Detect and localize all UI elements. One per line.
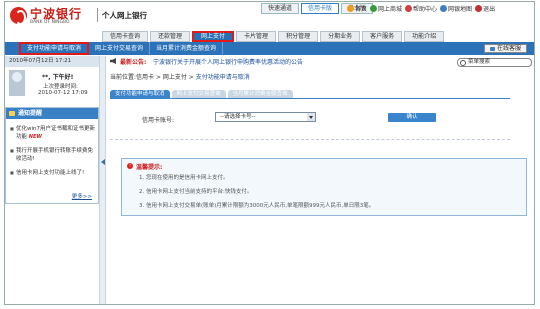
notice-item[interactable]: 优化win7用户证书载和证书更新功能 NEW	[6, 125, 98, 141]
nav-card-query[interactable]: 信用卡查询	[102, 31, 149, 42]
map-link[interactable]: 网银地图	[440, 4, 472, 13]
notice-box: 通知提醒 优化win7用户证书载和证书更新功能 NEW 我行开展手机银行转账手续…	[5, 107, 99, 204]
tabs-underline	[110, 98, 510, 99]
speaker-icon	[110, 58, 116, 64]
avatar	[9, 70, 25, 96]
tab-transaction-query[interactable]: 网上支付交易查询	[171, 90, 226, 98]
confirm-button[interactable]: 确认	[388, 113, 436, 122]
nav-points[interactable]: 积分管理	[278, 31, 319, 42]
announcement-link[interactable]: 宁波银行关于开展个人网上银行申购费率优惠活动的公告	[153, 57, 303, 66]
online-service-button[interactable]: 在线客服	[483, 44, 527, 53]
subnav-transaction-query[interactable]: 网上支付交易查询	[89, 42, 151, 55]
bank-name-en: BANK OF NINGBO	[30, 20, 70, 25]
header-separator	[97, 8, 98, 22]
cart-icon	[370, 5, 378, 12]
mall-link[interactable]: 网上商城	[370, 4, 402, 13]
last-login-time: 2010-07-12 17:09	[38, 90, 88, 96]
sub-nav: 支付功能申请与取消 网上支付交易查询 当月累计消费金额查询 在线客服	[5, 42, 534, 55]
bank-logo-icon	[10, 7, 27, 25]
menu-search-input[interactable]: 菜单搜索	[457, 58, 532, 67]
date-time: 2010年07月12日 17:21	[5, 56, 99, 67]
nav-features[interactable]: 功能介绍	[404, 31, 445, 42]
main-content: 最新公告: 宁波银行关于开展个人网上银行申购费率优惠活动的公告 菜单搜索 当前位…	[108, 56, 532, 304]
power-icon	[475, 5, 483, 12]
browser-content-frame: 宁波银行 BANK OF NINGBO 个人网上银行 快速通道 信用卡版 专业版…	[4, 1, 535, 305]
nav-repayment[interactable]: 还款管理	[150, 31, 191, 42]
greeting: **, 下午好!	[42, 74, 74, 81]
subnav-payment-apply[interactable]: 支付功能申请与取消	[19, 42, 90, 55]
dashed-divider	[110, 139, 510, 140]
breadcrumb-current: 支付功能申请与取消	[195, 74, 250, 81]
subnav-monthly-total[interactable]: 当月累计消费金额查询	[150, 42, 224, 55]
help-link[interactable]: 帮助中心	[405, 4, 437, 13]
tip-line: 2. 信用卡网上支付当前支持的平台:快钱支付。	[139, 189, 253, 195]
card-number-label: 信用卡账号:	[142, 117, 175, 124]
tips-title: 温馨提示:	[136, 164, 163, 171]
nav-customer-service[interactable]: 客户服务	[362, 31, 403, 42]
welcome-box: **, 下午好! 上次登录时间: 2010-07-12 17:09	[5, 67, 99, 106]
tab-payment-apply[interactable]: 支付功能申请与取消	[110, 90, 170, 98]
home-link[interactable]: 首页	[347, 4, 367, 13]
nav-online-payment[interactable]: 网上支付	[192, 31, 235, 42]
top-links: 首页 网上商城 帮助中心 网银地图 退出	[347, 3, 495, 14]
announcement-label: 最新公告:	[120, 59, 147, 66]
last-login-label: 上次登录时间:	[43, 84, 78, 90]
main-nav: 信用卡查询 还款管理 网上支付 卡片管理 积分管理 分期业务 客户服务 功能介绍	[102, 31, 445, 42]
chat-icon	[489, 46, 495, 51]
new-badge: NEW	[28, 134, 42, 140]
tab-credit-card-version[interactable]: 信用卡版	[301, 3, 340, 14]
card-number-select[interactable]: --请选择卡号--	[215, 112, 316, 122]
home-icon	[347, 5, 354, 12]
help-icon	[405, 5, 413, 12]
left-panel: 2010年07月12日 17:21 **, 下午好! 上次登录时间: 2010-…	[5, 56, 99, 304]
site-title: 个人网上银行	[102, 11, 147, 20]
map-icon	[440, 5, 448, 12]
nav-card-management[interactable]: 卡片管理	[236, 31, 277, 42]
nav-installment[interactable]: 分期业务	[320, 31, 361, 42]
more-link[interactable]: 更多>>	[72, 192, 92, 200]
tab-monthly-total[interactable]: 当月累计消费金额查询	[227, 90, 293, 98]
collapse-arrow-icon[interactable]	[101, 159, 105, 165]
content-tabs: 支付功能申请与取消 网上支付交易查询 当月累计消费金额查询	[110, 90, 293, 98]
notice-title: 通知提醒	[6, 108, 98, 119]
tip-line: 3. 信用卡网上支付交易单(账单)月累计限额为3000元人民币,单笔限额999元…	[139, 203, 375, 209]
warning-icon: !	[127, 163, 133, 169]
announcement-bar: 最新公告: 宁波银行关于开展个人网上银行申购费率优惠活动的公告 菜单搜索	[108, 57, 532, 67]
logout-link[interactable]: 退出	[475, 4, 495, 13]
tip-line: 1. 您现在使用的是信用卡网上支付。	[139, 175, 229, 181]
breadcrumb: 当前位置:信用卡 > 网上支付 > 支付功能申请与取消	[110, 74, 250, 81]
notice-item[interactable]: 我行开展手机银行转账手续费免收活动!	[6, 147, 98, 163]
tab-quick-channel[interactable]: 快速通道	[261, 3, 300, 14]
notice-item[interactable]: 信用卡网上支付功能上线了!	[6, 169, 98, 177]
panel-divider[interactable]	[99, 56, 106, 304]
tips-box: ! 温馨提示: 1. 您现在使用的是信用卡网上支付。 2. 信用卡网上支付当前支…	[121, 158, 527, 216]
header: 宁波银行 BANK OF NINGBO 个人网上银行 快速通道 信用卡版 专业版…	[5, 2, 534, 29]
